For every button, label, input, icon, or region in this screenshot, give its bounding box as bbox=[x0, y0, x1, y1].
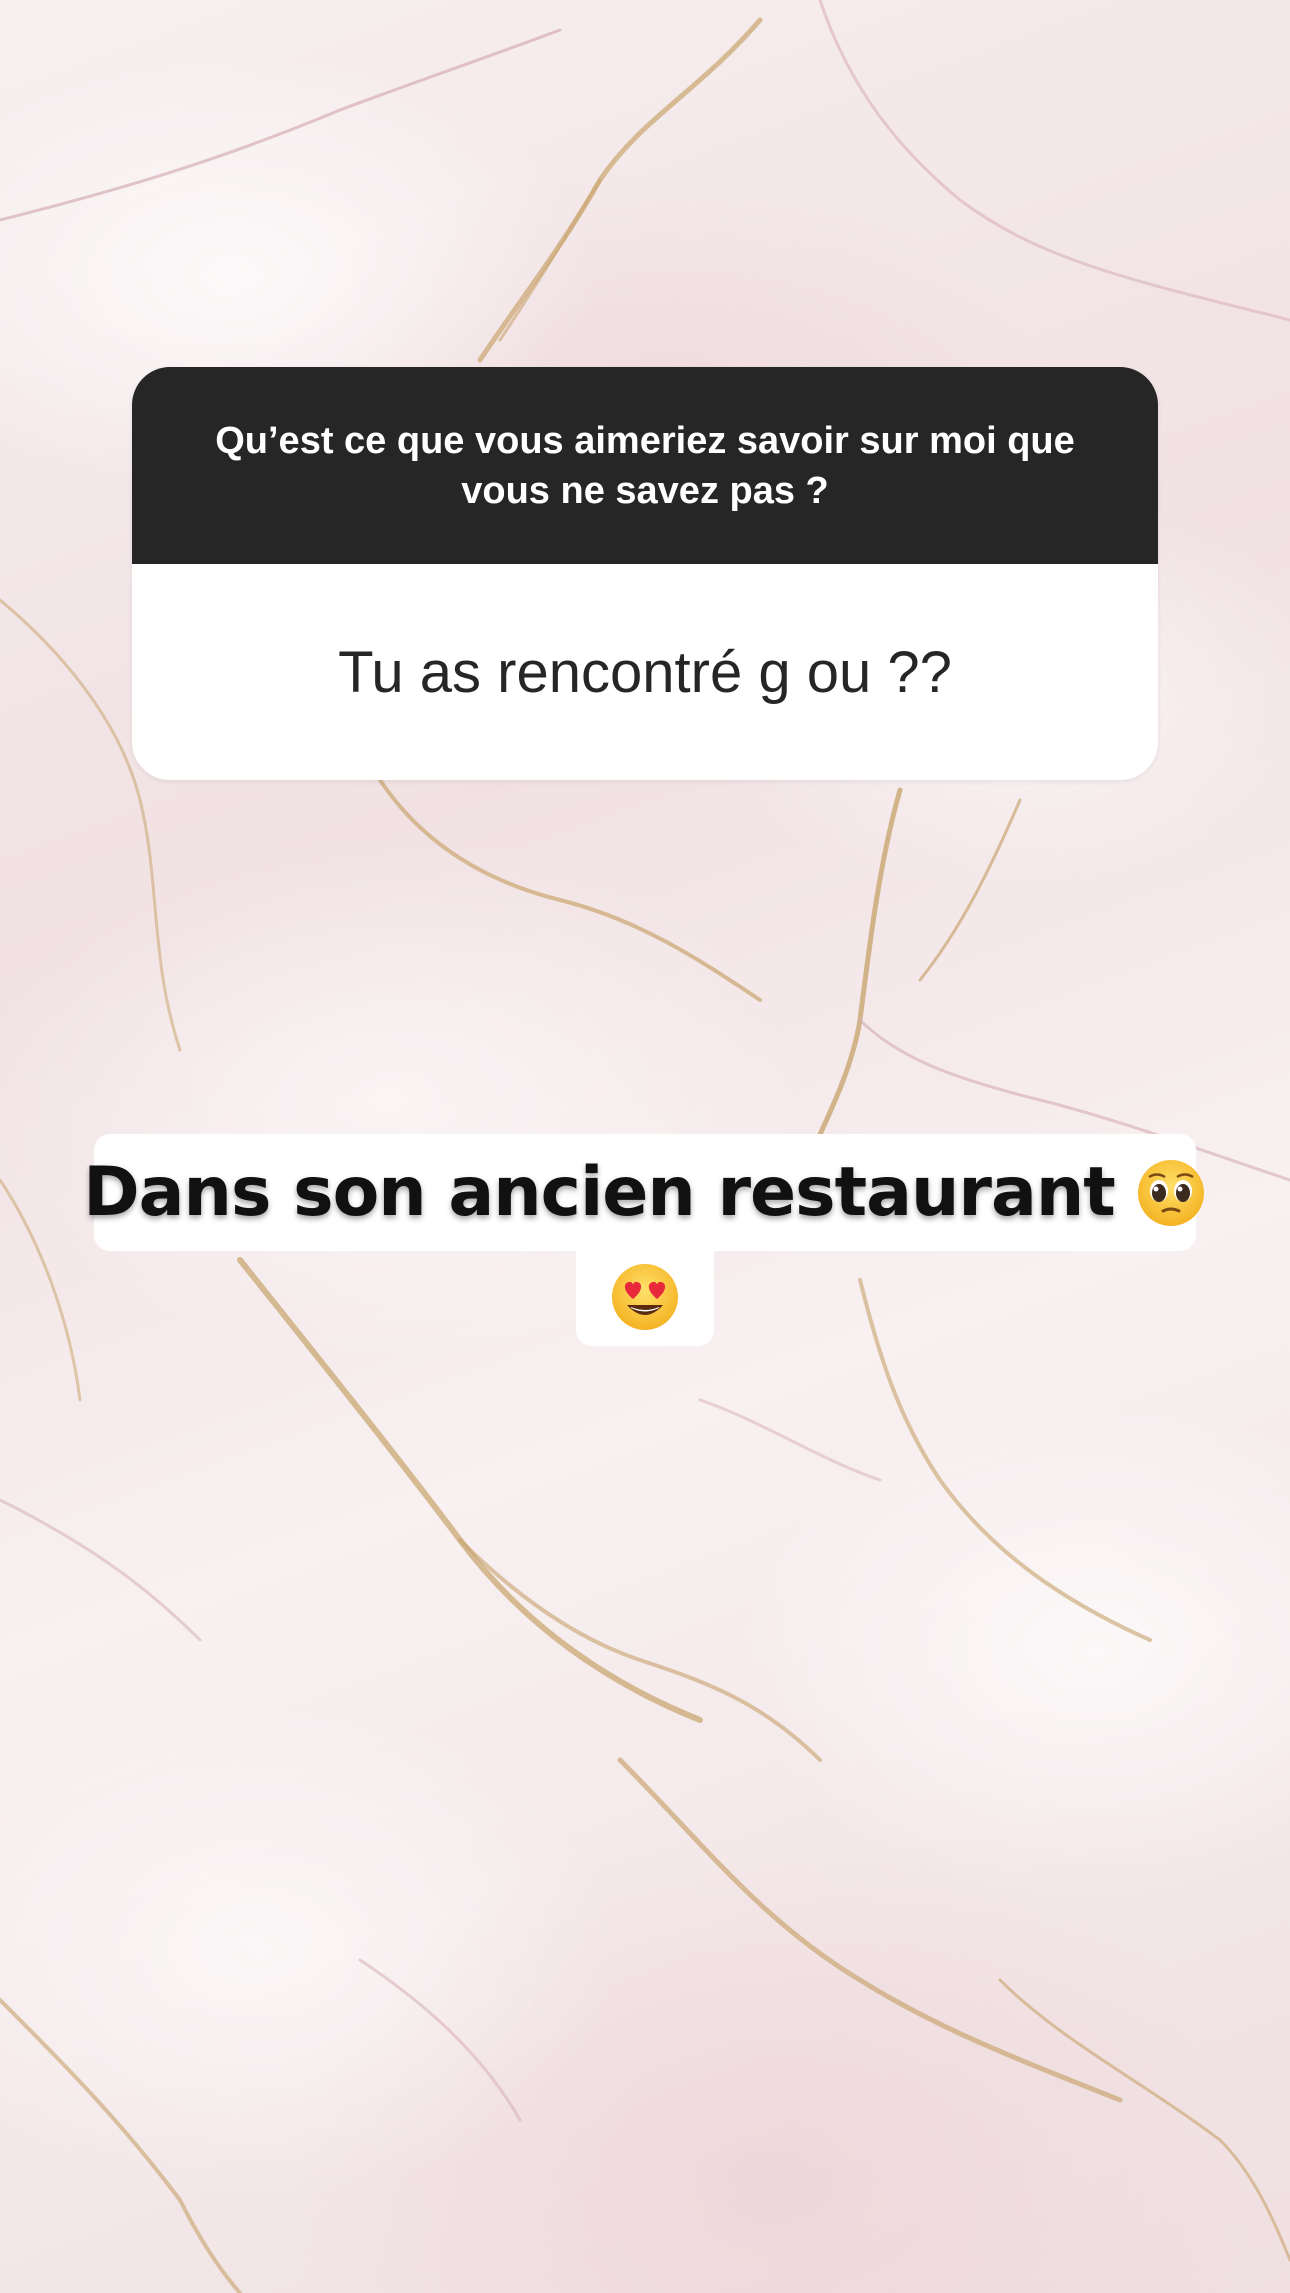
reply-caption-text: Dans son ancien restaurant bbox=[83, 1153, 1116, 1232]
reply-caption-line-2 bbox=[576, 1248, 714, 1346]
question-sticker[interactable]: Qu’est ce que vous aimeriez savoir sur m… bbox=[132, 367, 1158, 780]
heart-eyes-emoji-icon bbox=[609, 1261, 681, 1333]
question-text: Qu’est ce que vous aimeriez savoir sur m… bbox=[132, 367, 1158, 564]
reply-caption-line-1: Dans son ancien restaurant bbox=[83, 1134, 1204, 1251]
pleading-face-emoji-icon bbox=[1135, 1157, 1207, 1229]
answer-text: Tu as rencontré g ou ?? bbox=[132, 564, 1158, 780]
